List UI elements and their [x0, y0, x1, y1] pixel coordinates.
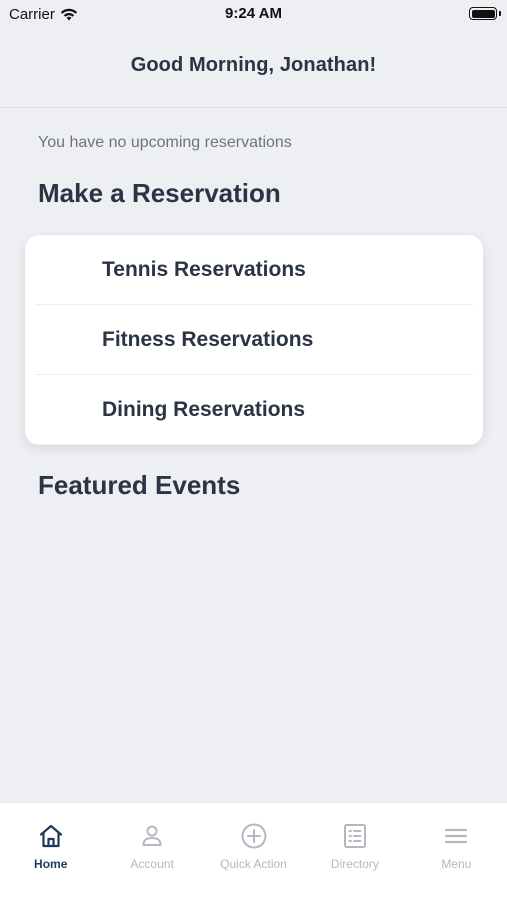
make-reservation-heading: Make a Reservation: [38, 178, 281, 208]
plus-circle-icon: [240, 822, 268, 857]
tab-quick-action-label: Quick Action: [220, 857, 287, 871]
tab-directory[interactable]: Directory: [304, 803, 405, 900]
fitness-reservations-label: Fitness Reservations: [102, 328, 314, 351]
tab-account-label: Account: [130, 857, 174, 871]
fitness-reservations-row[interactable]: Fitness Reservations: [25, 305, 483, 375]
tennis-reservations-row[interactable]: Tennis Reservations: [25, 235, 483, 305]
header: Good Morning, Jonathan!: [0, 28, 507, 108]
greeting-title: Good Morning, Jonathan!: [130, 54, 377, 76]
tab-account[interactable]: Account: [101, 803, 202, 900]
battery-level: [471, 9, 495, 18]
tab-home[interactable]: Home: [0, 803, 101, 900]
tab-quick-action[interactable]: Quick Action: [203, 803, 304, 900]
home-screen: Carrier 9:24 AM Good Morning, Jonathan! …: [0, 0, 507, 900]
tab-menu-label: Menu: [441, 857, 472, 871]
tennis-reservations-label: Tennis Reservations: [102, 258, 306, 281]
featured-events-heading: Featured Events: [38, 470, 241, 500]
dining-reservations-row[interactable]: Dining Reservations: [25, 375, 483, 445]
status-time: 9:24 AM: [225, 5, 282, 22]
tab-home-label: Home: [34, 857, 68, 871]
person-icon: [138, 822, 166, 857]
reservation-card: Tennis Reservations Fitness Reservations…: [25, 235, 483, 445]
dining-reservations-label: Dining Reservations: [102, 398, 306, 421]
hamburger-icon: [442, 822, 470, 857]
tab-bar: Home Account Quick Action Directory Menu: [0, 802, 507, 900]
tab-menu[interactable]: Menu: [406, 803, 507, 900]
home-icon: [37, 822, 65, 857]
tab-directory-label: Directory: [330, 857, 379, 871]
battery-cap: [499, 11, 501, 16]
status-bar: Carrier 9:24 AM: [0, 0, 507, 28]
battery-icon: [469, 7, 497, 20]
no-reservations-text: You have no upcoming reservations: [38, 134, 292, 151]
list-icon: [341, 822, 369, 857]
